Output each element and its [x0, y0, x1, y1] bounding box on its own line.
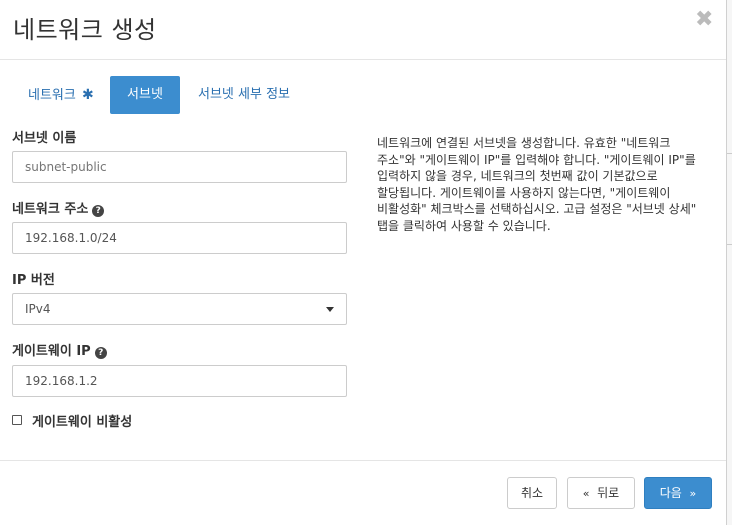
- create-network-modal: 네트워크 생성 ✖ 네트워크 ✱ 서브넷 서브넷 세부 정보 서브넷 이름 네트…: [0, 0, 726, 525]
- double-chevron-right-icon: »: [689, 487, 697, 500]
- tab-subnet[interactable]: 서브넷: [110, 76, 180, 114]
- double-chevron-left-icon: «: [582, 487, 590, 500]
- next-button-label: 다음: [659, 486, 682, 500]
- help-icon[interactable]: ?: [92, 205, 105, 217]
- back-button[interactable]: « 뒤로: [567, 477, 635, 509]
- cancel-button[interactable]: 취소: [507, 477, 557, 509]
- network-address-input[interactable]: [12, 222, 347, 254]
- gateway-ip-input[interactable]: [12, 365, 347, 397]
- modal-title: 네트워크 생성: [13, 16, 157, 44]
- ip-version-select[interactable]: IPv4: [12, 293, 347, 325]
- modal-footer: 취소 « 뒤로 다음 »: [0, 460, 726, 525]
- next-button[interactable]: 다음 »: [644, 477, 712, 509]
- tab-network[interactable]: 네트워크 ✱: [28, 76, 94, 114]
- disable-gateway-checkbox[interactable]: [12, 415, 22, 425]
- modal-header: 네트워크 생성 ✖: [0, 0, 726, 60]
- gateway-ip-label-text: 게이트웨이 IP: [12, 344, 91, 359]
- close-icon[interactable]: ✖: [695, 7, 713, 32]
- ip-version-label: IP 버전: [12, 273, 55, 288]
- subnet-help-text: 네트워크에 연결된 서브넷을 생성합니다. 유효한 "네트워크 주소"와 "게이…: [377, 136, 697, 233]
- backdrop-panel: [726, 0, 732, 525]
- subnet-name-label: 서브넷 이름: [12, 131, 77, 146]
- backdrop-divider: [727, 244, 732, 245]
- required-star-icon: ✱: [81, 87, 94, 103]
- gateway-ip-label: 게이트웨이 IP?: [12, 340, 107, 359]
- disable-gateway-label: 게이트웨이 비활성: [32, 415, 133, 430]
- help-icon[interactable]: ?: [94, 347, 107, 359]
- backdrop-divider: [727, 153, 732, 154]
- ip-version-selected: IPv4: [25, 302, 51, 316]
- tab-subnet-details[interactable]: 서브넷 세부 정보: [198, 76, 290, 114]
- network-address-label-text: 네트워크 주소: [12, 202, 89, 217]
- subnet-name-input[interactable]: [12, 151, 347, 183]
- network-address-label: 네트워크 주소?: [12, 198, 105, 217]
- tab-network-label: 네트워크: [28, 88, 76, 103]
- caret-down-icon: [326, 307, 334, 312]
- back-button-label: 뒤로: [597, 486, 620, 500]
